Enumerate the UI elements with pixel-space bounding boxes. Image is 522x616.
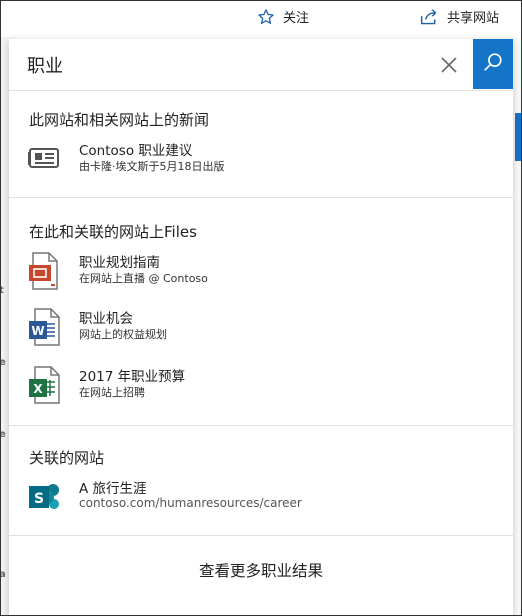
clear-search-button[interactable]: [437, 53, 461, 77]
site-item-title: A 旅行生涯: [79, 481, 147, 497]
scroll-indicator[interactable]: [515, 113, 521, 161]
excel-icon: X: [27, 365, 61, 405]
site-item-url: contoso.com/humanresources/career: [79, 496, 302, 510]
follow-label: 关注: [283, 11, 310, 26]
section-divider: [9, 197, 513, 198]
news-result-item[interactable]: Contoso 职业建议 由卡隆·埃文斯于5月18日出版: [27, 139, 497, 183]
background-fragment: t: [1, 285, 4, 296]
svg-text:W: W: [31, 324, 44, 338]
see-more-results-link[interactable]: 查看更多职业结果: [9, 559, 513, 581]
star-icon: [257, 8, 275, 26]
file-item-title: 职业机会: [79, 311, 133, 327]
background-fragment: a: [1, 569, 6, 580]
news-item-subtitle: 由卡隆·埃文斯于5月18日出版: [79, 160, 225, 173]
site-header: 关注 共享网站: [1, 1, 521, 37]
background-fragment: e: [1, 429, 6, 440]
svg-text:S: S: [34, 491, 44, 507]
file-result-item[interactable]: 职业规划指南 在网站上直播 @ Contoso: [27, 251, 497, 295]
news-item-title: Contoso 职业建议: [79, 143, 193, 159]
files-section-title: 在此和关联的网站上Files: [29, 223, 197, 241]
search-button[interactable]: [473, 39, 513, 89]
powerpoint-icon: [27, 251, 61, 291]
app-frame: 关注 共享网站 t e e a: [0, 0, 522, 616]
close-icon: [437, 57, 461, 81]
sites-section-title: 关联的网站: [29, 449, 105, 467]
section-divider: [9, 425, 513, 426]
svg-text:X: X: [33, 382, 43, 396]
search-bar: [9, 39, 513, 91]
search-input[interactable]: [27, 51, 427, 79]
news-section-title: 此网站和相关网站上的新闻: [29, 111, 210, 129]
file-item-subtitle: 网站上的权益规划: [79, 328, 167, 341]
file-item-subtitle: 在网站上招聘: [79, 386, 145, 399]
share-site-button[interactable]: 共享网站: [419, 7, 499, 26]
word-icon: W: [27, 307, 61, 347]
file-result-item[interactable]: W 职业机会 网站上的权益规划: [27, 307, 497, 351]
file-item-title: 职业规划指南: [79, 255, 160, 271]
search-suggestions-panel: 此网站和相关网站上的新闻 Contoso 职业建议 由卡隆·埃文斯于5月18日出…: [9, 39, 513, 615]
search-icon: [482, 51, 504, 77]
share-label: 共享网站: [447, 11, 500, 26]
file-item-subtitle: 在网站上直播 @ Contoso: [79, 272, 208, 285]
share-icon: [419, 8, 439, 26]
section-divider: [9, 535, 513, 536]
site-result-item[interactable]: S A 旅行生涯 contoso.com/humanresources/care…: [27, 477, 497, 521]
background-fragment: e: [1, 357, 6, 368]
sharepoint-icon: S: [27, 477, 61, 517]
follow-button[interactable]: 关注: [257, 7, 309, 26]
file-result-item[interactable]: X 2017 年职业预算 在网站上招聘: [27, 365, 497, 409]
file-item-title: 2017 年职业预算: [79, 369, 186, 385]
newspaper-icon: [27, 139, 61, 179]
